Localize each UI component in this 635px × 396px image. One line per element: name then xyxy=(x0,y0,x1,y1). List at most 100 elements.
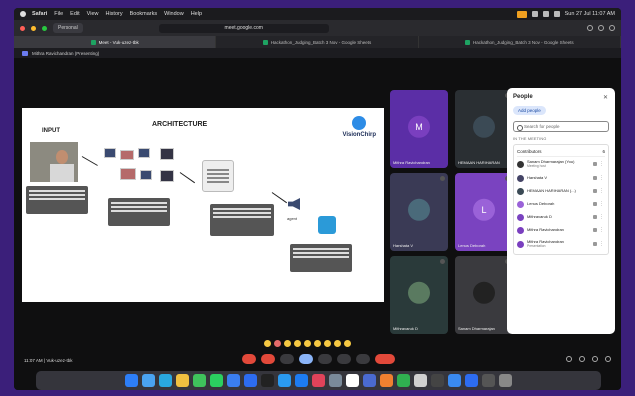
dock-app-icon[interactable] xyxy=(227,374,240,387)
activities-icon[interactable] xyxy=(605,356,611,362)
address-bar[interactable]: meet.google.com xyxy=(158,23,329,33)
video-tile[interactable]: M Mithra Ravichandran xyxy=(390,90,448,168)
reaction-icon[interactable] xyxy=(334,340,341,347)
search-icon[interactable] xyxy=(553,11,560,17)
menu-window[interactable]: Window xyxy=(164,11,184,17)
participant-row[interactable]: HEMAAN HARIHARAN (...) ⋮ xyxy=(517,185,605,198)
dock-app-icon[interactable] xyxy=(363,374,376,387)
camera-toggle-button[interactable] xyxy=(261,354,275,364)
menu-help[interactable]: Help xyxy=(191,11,202,17)
menu-bookmarks[interactable]: Bookmarks xyxy=(130,11,158,17)
close-icon[interactable]: ✕ xyxy=(603,94,608,101)
participant-row[interactable]: Mithra Ravichandran ⋮ xyxy=(517,224,605,237)
contributors-header[interactable]: Contributors 6 xyxy=(517,147,605,157)
menu-datetime[interactable]: Sun 27 Jul 11:07 AM xyxy=(565,11,615,17)
dock-app-icon[interactable] xyxy=(482,374,495,387)
mic-icon[interactable] xyxy=(593,189,597,194)
minimize-window-button[interactable] xyxy=(31,25,36,31)
mic-icon[interactable] xyxy=(593,228,597,233)
participant-row[interactable]: Harshata V ⋮ xyxy=(517,172,605,185)
battery-icon[interactable] xyxy=(531,11,538,17)
tab-sheets-1[interactable]: Hackathon_Judging_Batch 3 Nov - Google S… xyxy=(216,36,419,48)
reaction-icon[interactable] xyxy=(284,340,291,347)
menu-edit[interactable]: Edit xyxy=(70,11,79,17)
mic-icon[interactable] xyxy=(593,162,597,167)
more-vert-icon[interactable]: ⋮ xyxy=(599,175,604,181)
zoom-window-button[interactable] xyxy=(42,25,47,31)
reaction-icon[interactable] xyxy=(264,340,271,347)
menu-view[interactable]: View xyxy=(87,11,99,17)
reaction-icon[interactable] xyxy=(324,340,331,347)
more-options-button[interactable] xyxy=(356,354,370,364)
more-vert-icon[interactable]: ⋮ xyxy=(599,241,604,247)
raise-hand-button[interactable] xyxy=(337,354,351,364)
tab-meet[interactable]: Meet - Vuk-uzez-tbk xyxy=(14,36,217,48)
dock-app-icon[interactable] xyxy=(244,374,257,387)
people-icon[interactable] xyxy=(579,356,585,362)
more-vert-icon[interactable]: ⋮ xyxy=(599,201,604,207)
dock-app-icon[interactable] xyxy=(278,374,291,387)
more-vert-icon[interactable]: ⋮ xyxy=(599,188,604,194)
more-vert-icon[interactable]: ⋮ xyxy=(599,161,604,167)
participant-row[interactable]: Mithravaruk D ⋮ xyxy=(517,211,605,224)
chat-icon[interactable] xyxy=(592,356,598,362)
dock-app-icon[interactable] xyxy=(193,374,206,387)
dock-app-icon[interactable] xyxy=(176,374,189,387)
dock-app-icon[interactable] xyxy=(380,374,393,387)
dock-app-icon[interactable] xyxy=(397,374,410,387)
mic-icon[interactable] xyxy=(593,176,597,181)
participant-row[interactable]: Lenus Deborah ⋮ xyxy=(517,198,605,211)
dock-app-icon[interactable] xyxy=(125,374,138,387)
video-tile[interactable]: Sanam Dharmarajan xyxy=(455,256,513,334)
new-tab-icon[interactable] xyxy=(598,25,604,31)
close-window-button[interactable] xyxy=(20,25,25,31)
reaction-icon[interactable] xyxy=(344,340,351,347)
profile-button[interactable]: Personal xyxy=(53,23,83,33)
reaction-icon[interactable] xyxy=(304,340,311,347)
dock-app-icon[interactable] xyxy=(431,374,444,387)
video-tile[interactable]: HEMAAN HARIHARAN xyxy=(455,90,513,168)
mic-icon[interactable] xyxy=(593,202,597,207)
dock-app-icon[interactable] xyxy=(159,374,172,387)
dock-app-icon[interactable] xyxy=(414,374,427,387)
tab-sheets-2[interactable]: Hackathon_Judging_Batch 3 Nov - Google S… xyxy=(419,36,621,48)
menu-history[interactable]: History xyxy=(105,11,122,17)
reactions-button[interactable] xyxy=(318,354,332,364)
tabs-overview-icon[interactable] xyxy=(609,25,615,31)
captions-button[interactable] xyxy=(280,354,294,364)
add-people-button[interactable]: Add people xyxy=(513,106,546,115)
dock-app-icon[interactable] xyxy=(261,374,274,387)
info-icon[interactable] xyxy=(566,356,572,362)
present-button[interactable] xyxy=(299,354,313,364)
participant-row[interactable]: Mithra Ravichandran Presentation ⋮ xyxy=(517,237,605,252)
dock-app-icon[interactable] xyxy=(295,374,308,387)
people-search-input[interactable]: Search for people xyxy=(513,121,609,132)
menu-app[interactable]: Safari xyxy=(32,11,47,17)
more-vert-icon[interactable]: ⋮ xyxy=(599,227,604,233)
leave-call-button[interactable] xyxy=(375,354,395,364)
dock-app-icon[interactable] xyxy=(142,374,155,387)
menu-file[interactable]: File xyxy=(54,11,63,17)
dock-app-icon[interactable] xyxy=(499,374,512,387)
mic-toggle-button[interactable] xyxy=(242,354,256,364)
mic-icon[interactable] xyxy=(593,215,597,220)
participant-row[interactable]: Sanam Dharmarajan (You) Meeting host ⋮ xyxy=(517,157,605,172)
reaction-icon[interactable] xyxy=(314,340,321,347)
dock-app-icon[interactable] xyxy=(210,374,223,387)
dock-app-icon[interactable] xyxy=(346,374,359,387)
video-tile[interactable]: Mithravaruk D xyxy=(390,256,448,334)
reaction-icon[interactable] xyxy=(294,340,301,347)
video-tile[interactable]: L Lenus Deborah xyxy=(455,173,513,251)
mic-icon[interactable] xyxy=(593,242,597,247)
video-tile[interactable]: Harshata V xyxy=(390,173,448,251)
dock-app-icon[interactable] xyxy=(329,374,342,387)
more-vert-icon[interactable]: ⋮ xyxy=(599,214,604,220)
apple-icon[interactable] xyxy=(20,11,26,17)
reaction-icon[interactable] xyxy=(274,340,281,347)
wifi-icon[interactable] xyxy=(542,11,549,17)
status-badge-icon[interactable] xyxy=(516,10,527,18)
dock-app-icon[interactable] xyxy=(448,374,461,387)
share-icon[interactable] xyxy=(587,25,593,31)
dock-app-icon[interactable] xyxy=(312,374,325,387)
dock-app-icon[interactable] xyxy=(465,374,478,387)
